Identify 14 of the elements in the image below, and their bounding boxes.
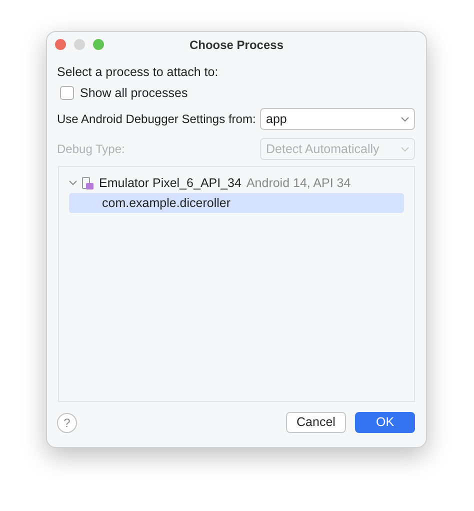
tree-row[interactable]: Emulator Pixel_6_API_34 Android 14, API 34: [69, 173, 404, 193]
show-all-checkbox[interactable]: Show all processes: [60, 82, 416, 104]
help-button[interactable]: ?: [57, 412, 77, 432]
ok-button[interactable]: OK: [355, 412, 415, 433]
dropdown: Detect Automatically: [260, 138, 415, 160]
prompt-label: Select a process to attach to:: [57, 64, 220, 81]
cancel-button[interactable]: Cancel: [286, 412, 346, 433]
field-label: Use Android Debugger Settings from:: [57, 111, 257, 128]
window-title: Choose Process: [189, 36, 284, 54]
process-row[interactable]: com.example.diceroller: [69, 193, 404, 213]
device-detail: Android 14, API 34: [246, 174, 351, 192]
device-name: Emulator Pixel_6_API_34: [99, 174, 242, 192]
field-label: Debug Type:: [57, 141, 126, 158]
dropdown[interactable]: app: [260, 108, 415, 130]
